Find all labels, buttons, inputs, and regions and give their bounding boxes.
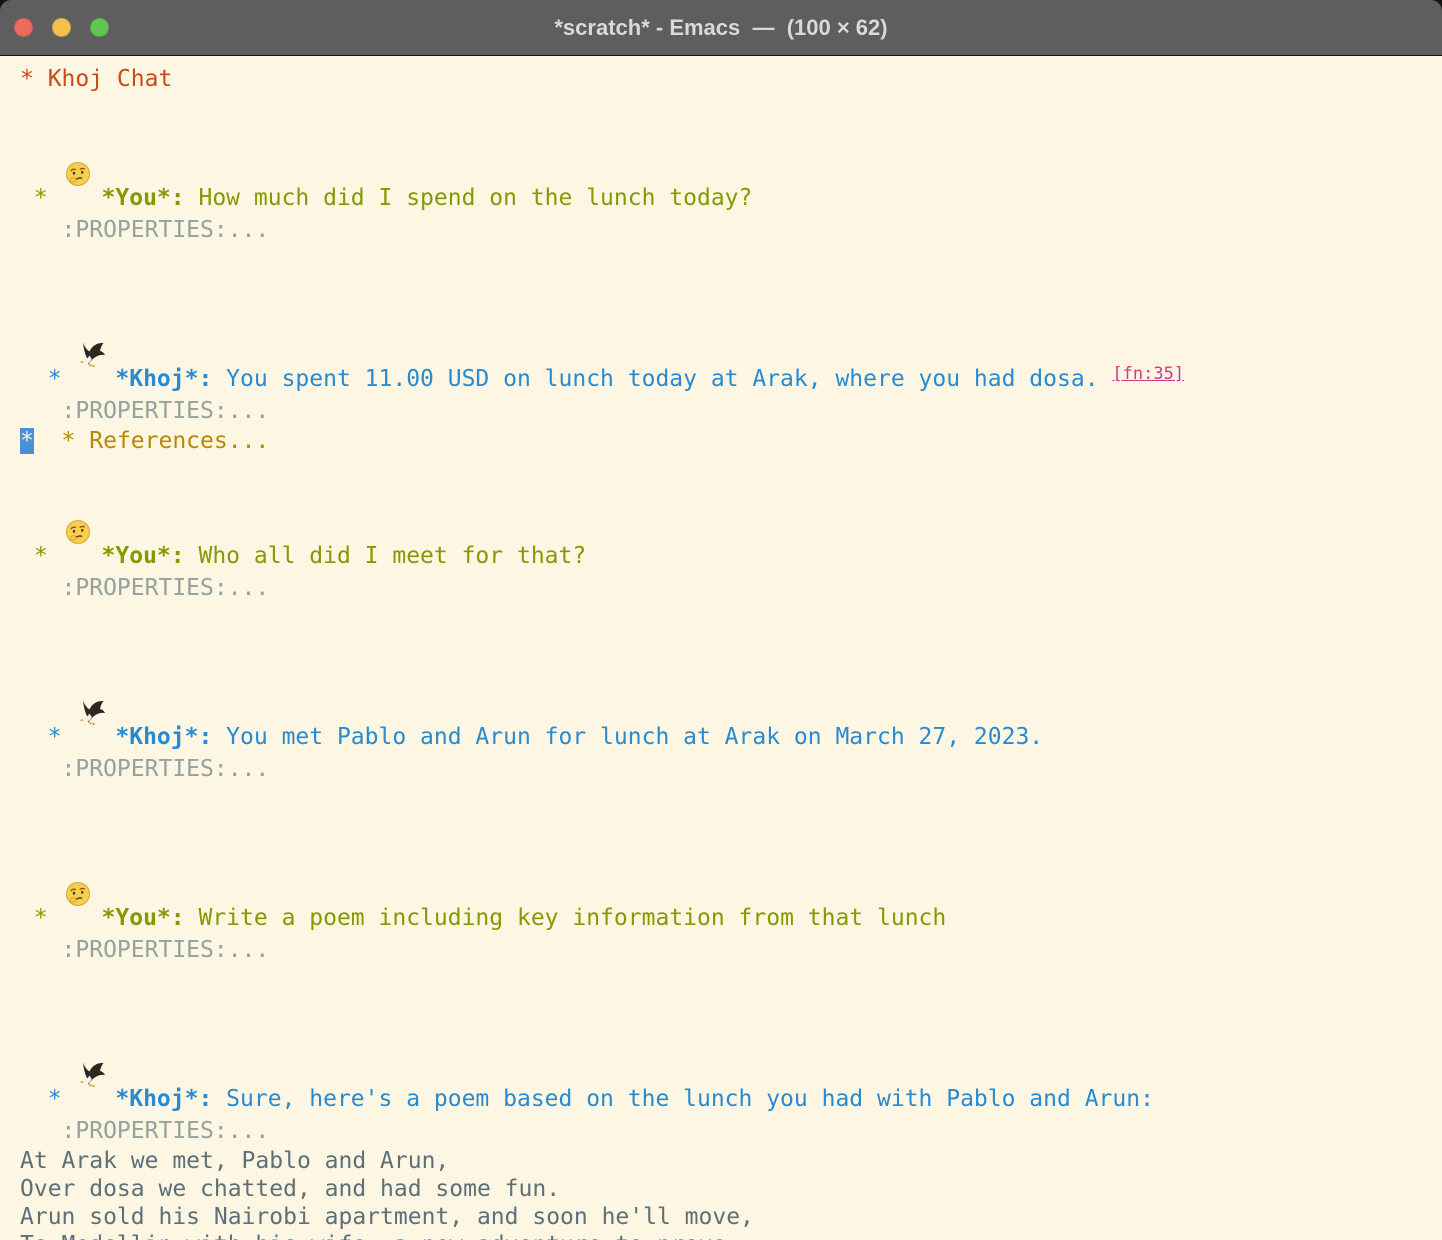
properties-drawer[interactable]: :PROPERTIES:... <box>20 398 269 424</box>
eagle-icon <box>78 278 106 304</box>
emacs-window: *scratch* - Emacs — (100 × 62) * Khoj Ch… <box>0 0 1442 1240</box>
buffer-line <box>20 966 1434 998</box>
eagle-icon <box>78 998 106 1024</box>
references-heading[interactable]: * References... <box>34 428 269 454</box>
buffer-line: :PROPERTIES:... <box>20 934 1434 966</box>
khoj-message: Sure, here's a poem based on the lunch y… <box>212 1086 1154 1112</box>
you-label: *You*: <box>102 905 185 931</box>
minimize-button[interactable] <box>52 18 71 37</box>
org-star: * <box>20 1086 75 1112</box>
buffer-line: * *Khoj*: Sure, here's a poem based on t… <box>20 998 1434 1115</box>
you-label: *You*: <box>102 185 185 211</box>
buffer-line <box>20 604 1434 636</box>
poem-line: At Arak we met, Pablo and Arun, <box>20 1148 449 1174</box>
org-star: * <box>20 724 75 750</box>
properties-drawer[interactable]: :PROPERTIES:... <box>20 937 269 963</box>
you-message: Who all did I meet for that? <box>185 543 587 569</box>
buffer-line: :PROPERTIES:... <box>20 395 1434 427</box>
buffer-line <box>20 246 1434 278</box>
org-star: * <box>20 185 62 211</box>
buffer-line: * *Khoj*: You spent 11.00 USD on lunch t… <box>20 278 1434 395</box>
khoj-message: You met Pablo and Arun for lunch at Arak… <box>212 724 1043 750</box>
khoj-label: *Khoj*: <box>115 1086 212 1112</box>
buffer-line: Arun sold his Nairobi apartment, and soo… <box>20 1203 1434 1231</box>
buffer-line: * *You*: Who all did I meet for that? <box>20 455 1434 572</box>
buffer-line: * Khoj Chat <box>20 61 1434 97</box>
khoj-label: *Khoj*: <box>115 366 212 392</box>
buffer-line <box>20 785 1434 817</box>
you-message: How much did I spend on the lunch today? <box>185 185 753 211</box>
close-button[interactable] <box>14 18 33 37</box>
buffer-line: * *Khoj*: You met Pablo and Arun for lun… <box>20 636 1434 753</box>
thinking-face-icon <box>65 455 93 481</box>
text-cursor: * <box>20 428 34 454</box>
org-star: * <box>20 543 62 569</box>
poem-line: To Medellin with his wife, a new adventu… <box>20 1232 740 1240</box>
thinking-face-icon <box>65 97 93 123</box>
buffer-line: Over dosa we chatted, and had some fun. <box>20 1175 1434 1203</box>
buffer-line: At Arak we met, Pablo and Arun, <box>20 1147 1434 1175</box>
poem-line: Over dosa we chatted, and had some fun. <box>20 1176 560 1202</box>
zoom-button[interactable] <box>90 18 109 37</box>
properties-drawer[interactable]: :PROPERTIES:... <box>20 217 269 243</box>
eagle-icon <box>78 636 106 662</box>
buffer-line: * *You*: Write a poem including key info… <box>20 817 1434 934</box>
khoj-label: *Khoj*: <box>115 724 212 750</box>
properties-drawer[interactable]: :PROPERTIES:... <box>20 575 269 601</box>
thinking-face-icon <box>65 817 93 843</box>
properties-drawer[interactable]: :PROPERTIES:... <box>20 756 269 782</box>
buffer-line: * *You*: How much did I spend on the lun… <box>20 97 1434 214</box>
poem-line: Arun sold his Nairobi apartment, and soo… <box>20 1204 754 1230</box>
khoj-message: You spent 11.00 USD on lunch today at Ar… <box>212 366 1112 392</box>
buffer-line: :PROPERTIES:... <box>20 572 1434 604</box>
traffic-lights <box>14 0 109 55</box>
buffer-line: :PROPERTIES:... <box>20 753 1434 785</box>
window-title: *scratch* - Emacs — (100 × 62) <box>0 15 1442 41</box>
you-message: Write a poem including key information f… <box>185 905 947 931</box>
properties-drawer[interactable]: :PROPERTIES:... <box>20 1118 269 1144</box>
buffer-line: * * References... <box>20 427 1434 455</box>
org-star: * <box>20 366 75 392</box>
buffer-line: :PROPERTIES:... <box>20 1115 1434 1147</box>
buffer[interactable]: * Khoj Chat * *You*: How much did I spen… <box>0 56 1442 1240</box>
buffer-line: :PROPERTIES:... <box>20 214 1434 246</box>
org-star: * <box>20 905 62 931</box>
buffer-line: To Medellin with his wife, a new adventu… <box>20 1231 1434 1240</box>
org-heading-khoj-chat: * Khoj Chat <box>20 66 172 92</box>
footnote-link[interactable]: [fn:35] <box>1112 364 1184 384</box>
you-label: *You*: <box>102 543 185 569</box>
window-titlebar: *scratch* - Emacs — (100 × 62) <box>0 0 1442 56</box>
